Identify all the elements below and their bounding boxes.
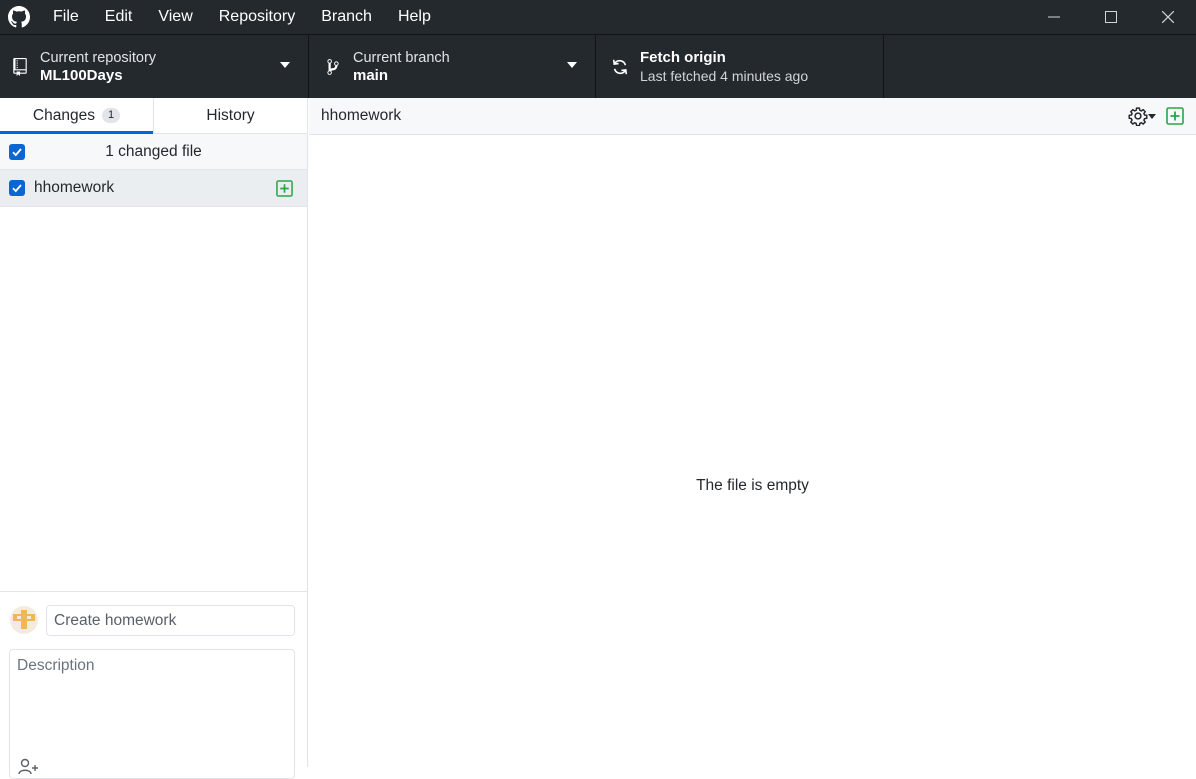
minimize-button[interactable] [1025,0,1082,34]
minimize-icon [1047,16,1060,18]
changed-files-count: 1 changed file [105,142,202,160]
branch-label: Current branch [353,49,450,66]
menu-bar: File Edit View Repository Branch Help [38,0,444,34]
diff-header: hhomework [309,98,1196,135]
close-button[interactable] [1139,0,1196,34]
repository-label: Current repository [40,49,157,66]
file-name: hhomework [34,179,115,196]
select-all-checkbox[interactable] [9,143,25,160]
file-added-icon [1166,107,1184,125]
list-item[interactable]: hhomework [0,170,307,207]
menu-view[interactable]: View [145,0,205,34]
menu-help[interactable]: Help [385,0,444,34]
repo-icon [0,57,40,76]
changed-files-header: 1 changed file [0,134,307,170]
menu-branch[interactable]: Branch [308,0,385,34]
title-bar: File Edit View Repository Branch Help [0,0,1196,34]
diff-panel: hhomework The file is empty [309,98,1196,767]
caret-down-icon [567,62,577,68]
empty-file-message: The file is empty [696,477,809,494]
diff-file-path: hhomework [321,107,402,124]
commit-form: Description [0,591,307,779]
caret-down-icon [280,62,290,68]
commit-summary-input[interactable] [46,605,295,636]
menu-file[interactable]: File [38,0,92,34]
current-branch-button[interactable]: Current branch main [309,35,596,98]
description-placeholder: Description [17,657,95,674]
menu-edit[interactable]: Edit [92,0,146,34]
file-added-icon [276,180,293,197]
tab-history-label: History [206,106,255,124]
caret-down-icon [1148,114,1156,119]
fetch-origin-button[interactable]: Fetch origin Last fetched 4 minutes ago [596,35,884,98]
close-icon [1161,11,1174,23]
checkbox-checked-icon [12,184,22,193]
repository-name: ML100Days [40,66,123,84]
branch-name: main [353,66,389,84]
add-coauthor-icon[interactable] [18,758,40,774]
menu-repository[interactable]: Repository [206,0,308,34]
avatar [10,606,38,634]
maximize-button[interactable] [1082,0,1139,34]
branch-icon [313,58,353,76]
gear-icon[interactable] [1128,106,1148,126]
changes-count-badge: 1 [101,108,121,123]
commit-description-input[interactable]: Description [9,649,295,779]
tab-changes-label: Changes [32,106,95,124]
checkbox-checked-icon [12,147,22,156]
fetch-title: Fetch origin [640,48,726,66]
maximize-icon [1104,11,1117,23]
tab-changes[interactable]: Changes 1 [0,98,153,134]
sync-icon [600,58,640,76]
tab-history[interactable]: History [153,98,307,133]
window-controls [1025,0,1196,34]
last-fetched-text: Last fetched 4 minutes ago [640,67,809,84]
github-logo-icon [0,0,38,34]
sidebar-tabs: Changes 1 History [0,98,307,134]
toolbar: Current repository ML100Days Current bra… [0,34,1196,98]
file-checkbox[interactable] [9,180,25,196]
sidebar: Changes 1 History 1 changed file hhomewo… [0,98,308,779]
current-repository-button[interactable]: Current repository ML100Days [0,35,309,98]
